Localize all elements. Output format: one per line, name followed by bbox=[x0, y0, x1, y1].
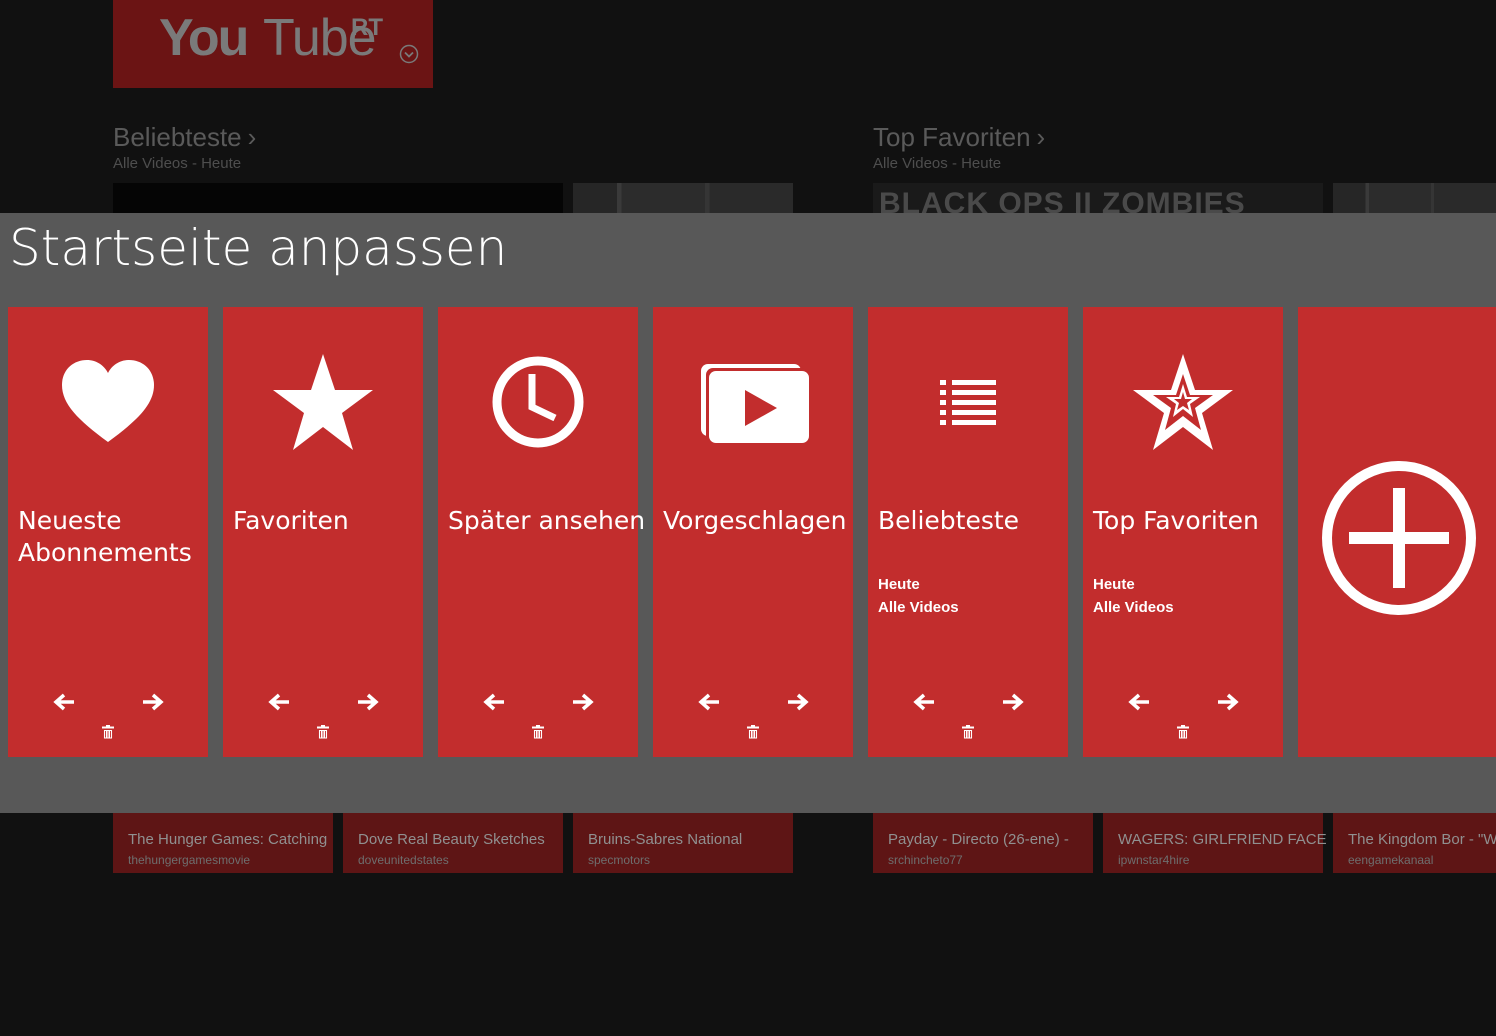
video-title: The Hunger Games: Catching bbox=[128, 831, 328, 848]
video-title: Bruins-Sabres National bbox=[588, 831, 743, 848]
panel-title: Startseite anpassen bbox=[9, 219, 508, 277]
tile-meta: Heute Alle Videos bbox=[1093, 573, 1174, 619]
heart-icon bbox=[62, 360, 154, 442]
video-card[interactable]: WAGERS: GIRLFRIEND FACE ipwnstar4hire bbox=[1103, 813, 1327, 873]
video-title: Payday - Directo (26-ene) - bbox=[888, 831, 1069, 848]
arrow-right-icon[interactable] bbox=[1216, 692, 1240, 712]
tile-label: Vorgeschlagen bbox=[663, 506, 847, 535]
tile-vorgeschlagen[interactable]: Vorgeschlagen bbox=[653, 307, 853, 757]
video-title: Dove Real Beauty Sketches bbox=[358, 831, 545, 848]
section-title-text: Top Favoriten bbox=[873, 122, 1031, 152]
video-title: The Kingdom Bor - "W bbox=[1348, 831, 1496, 848]
arrow-right-icon[interactable] bbox=[571, 692, 595, 712]
section-title-text: Beliebteste bbox=[113, 122, 242, 152]
section-subtitle: Alle Videos - Heute bbox=[873, 155, 1002, 172]
tile-favoriten[interactable]: Favoriten bbox=[223, 307, 423, 757]
video-thumbnail[interactable] bbox=[1333, 183, 1496, 213]
video-card[interactable]: The Hunger Games: Catching thehungergame… bbox=[113, 813, 333, 873]
arrow-left-icon[interactable] bbox=[52, 692, 76, 712]
thumbnail-text: BLACK OPS II ZOMBIES bbox=[879, 187, 1246, 213]
video-author: doveunitedstates bbox=[358, 853, 449, 867]
tile-label: Später ansehen bbox=[448, 506, 646, 535]
video-author: specmotors bbox=[588, 853, 651, 867]
tile-meta: Heute Alle Videos bbox=[878, 573, 959, 619]
arrow-left-icon[interactable] bbox=[697, 692, 721, 712]
tile-neueste-abonnements[interactable]: Neueste Abonnements bbox=[8, 307, 208, 757]
video-thumbnail[interactable] bbox=[113, 183, 563, 213]
tile-spaeter-ansehen[interactable]: Später ansehen bbox=[438, 307, 646, 757]
plus-circle-icon bbox=[1322, 461, 1476, 615]
star-outline-icon bbox=[1133, 354, 1233, 450]
trash-icon[interactable] bbox=[747, 725, 759, 739]
arrow-left-icon[interactable] bbox=[482, 692, 506, 712]
arrow-right-icon[interactable] bbox=[356, 692, 380, 712]
trash-icon[interactable] bbox=[102, 725, 114, 739]
trash-icon[interactable] bbox=[317, 725, 329, 739]
video-author: srchincheto77 bbox=[888, 853, 963, 867]
list-icon bbox=[940, 380, 996, 425]
customize-home-panel: Startseite anpassen Neueste Abonnements … bbox=[0, 213, 1496, 813]
logo-rt: RT bbox=[351, 14, 383, 41]
tile-meta-scope: Alle Videos bbox=[878, 599, 959, 616]
tile-meta-period: Heute bbox=[1093, 576, 1135, 593]
arrow-right-icon[interactable] bbox=[141, 692, 165, 712]
logo-you: You bbox=[159, 9, 249, 67]
video-card[interactable]: Payday - Directo (26-ene) - srchincheto7… bbox=[873, 813, 1093, 873]
video-author: eengamekanaal bbox=[1348, 853, 1434, 867]
arrow-right-icon[interactable] bbox=[786, 692, 810, 712]
video-author: thehungergamesmovie bbox=[128, 853, 251, 867]
tile-label: Favoriten bbox=[233, 506, 349, 535]
section-title-beliebteste[interactable]: Beliebteste › bbox=[113, 122, 256, 153]
arrow-left-icon[interactable] bbox=[1127, 692, 1151, 712]
tile-beliebteste[interactable]: Beliebteste Heute Alle Videos bbox=[868, 307, 1068, 757]
arrow-left-icon[interactable] bbox=[912, 692, 936, 712]
arrow-left-icon[interactable] bbox=[267, 692, 291, 712]
video-card[interactable]: Dove Real Beauty Sketches doveunitedstat… bbox=[343, 813, 563, 873]
video-card[interactable]: Bruins-Sabres National specmotors bbox=[573, 813, 793, 873]
chevron-right-icon: › bbox=[1036, 122, 1046, 152]
trash-icon[interactable] bbox=[962, 725, 974, 739]
tile-label: Neueste Abonnements bbox=[18, 506, 192, 567]
trash-icon[interactable] bbox=[532, 725, 544, 739]
clock-icon bbox=[492, 356, 584, 448]
app-logo[interactable]: You Tube RT bbox=[113, 0, 433, 88]
trash-icon[interactable] bbox=[1177, 725, 1189, 739]
tile-label: Beliebteste bbox=[878, 506, 1020, 535]
arrow-right-icon[interactable] bbox=[1001, 692, 1025, 712]
star-icon bbox=[273, 354, 373, 450]
chevron-right-icon: › bbox=[247, 122, 257, 152]
video-thumbnail[interactable] bbox=[573, 183, 793, 213]
section-subtitle: Alle Videos - Heute bbox=[113, 155, 242, 172]
video-thumbnail[interactable]: BLACK OPS II ZOMBIES bbox=[873, 183, 1323, 213]
video-card[interactable]: The Kingdom Bor - "W eengamekanaal bbox=[1333, 813, 1496, 873]
video-author: ipwnstar4hire bbox=[1118, 853, 1190, 867]
tile-meta-period: Heute bbox=[878, 576, 920, 593]
section-title-top-favoriten[interactable]: Top Favoriten › bbox=[873, 122, 1045, 153]
tile-meta-scope: Alle Videos bbox=[1093, 599, 1174, 616]
play-stack-icon bbox=[701, 364, 809, 443]
tile-top-favoriten[interactable]: Top Favoriten Heute Alle Videos bbox=[1083, 307, 1283, 757]
add-tile-button[interactable] bbox=[1298, 307, 1496, 757]
video-title: WAGERS: GIRLFRIEND FACE bbox=[1118, 831, 1327, 848]
chevron-down-circle-icon[interactable] bbox=[399, 44, 419, 64]
tile-label: Top Favoriten bbox=[1093, 506, 1259, 535]
